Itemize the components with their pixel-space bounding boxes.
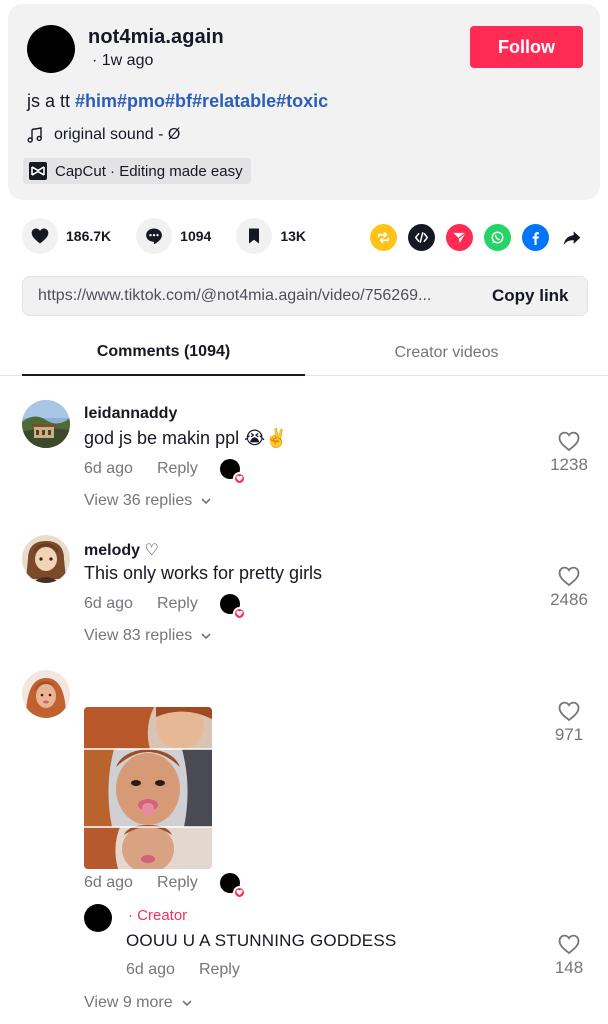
capcut-anchor[interactable]: CapCut · Editing made easy [23,158,251,184]
hashtag-link[interactable]: #him [75,91,117,111]
reply-like-count: 148 [554,958,584,977]
reply-time: 6d ago [126,961,175,978]
creator-liked-badge [219,594,246,620]
reply-button[interactable]: Reply [157,595,198,613]
repost-icon[interactable] [370,224,397,251]
tab-comments[interactable]: Comments (1094) [22,330,305,376]
comment-text: god js be makin ppl 😭✌️ [84,428,288,448]
commenter-avatar[interactable] [22,535,70,583]
description-text: js a tt [27,91,76,111]
hashtag-link[interactable]: #pmo [117,91,165,111]
reply-like-button[interactable]: 148 [544,933,594,978]
embed-icon[interactable] [408,224,435,251]
reply-meta: 6d ago Reply [126,961,240,979]
comment-like-button[interactable]: 2486 [544,565,594,610]
view-replies-button[interactable]: View 36 replies [84,492,212,510]
save-button[interactable]: 13K [236,218,306,254]
share-options [370,224,584,251]
comment-like-count: 1238 [550,455,588,474]
video-url[interactable]: https://www.tiktok.com/@not4mia.again/vi… [38,287,458,305]
view-more-replies-button[interactable]: View 9 more [84,994,193,1012]
music-title: original sound - Ø [54,126,181,143]
heart-outline-icon [558,701,580,722]
bookmark-icon [249,228,260,244]
comment-time: 6d ago [84,460,133,477]
author-username[interactable]: not4mia.again [88,26,224,49]
reply-button[interactable]: Reply [157,460,198,478]
avatar-image [22,400,70,448]
post-description: js a tt #him#pmo#bf#relatable#toxic [27,91,328,112]
chevron-down-icon [182,1000,191,1007]
avatar-image [22,535,70,583]
like-button[interactable]: 186.7K [22,218,111,254]
creator-badge: · Creator [128,907,188,924]
comment-time: 6d ago [84,874,133,891]
share-link-box: https://www.tiktok.com/@not4mia.again/vi… [22,276,588,316]
creator-liked-badge [219,459,246,485]
reply-button[interactable]: Reply [199,961,240,979]
creator-avatar[interactable] [84,904,112,932]
capcut-icon [29,162,47,180]
commenter-username[interactable]: leidannaddy [84,405,177,423]
comment-text: This only works for pretty girls [84,563,323,583]
view-replies-label: View 36 replies [84,492,193,509]
share-arrow-icon[interactable] [560,226,584,250]
tab-creator-videos[interactable]: Creator videos [305,330,588,376]
like-count: 186.7K [66,228,112,244]
view-replies-button[interactable]: View 83 replies [84,627,212,645]
comment-photo[interactable] [84,707,212,869]
comment-time: 6d ago [84,595,133,612]
music-note-icon [27,127,42,143]
author-avatar[interactable] [27,25,75,73]
view-more-label: View 9 more [84,994,173,1011]
hashtag-link[interactable]: #relatable [192,91,276,111]
chevron-down-icon [201,498,211,505]
comment-like-count: 2486 [550,590,588,609]
reply-button[interactable]: Reply [157,874,198,892]
follow-button[interactable]: Follow [470,26,583,68]
comment-like-button[interactable]: 971 [544,700,594,745]
hashtag-link[interactable]: #bf [165,91,192,111]
heart-outline-icon [558,566,580,587]
avatar-image [22,670,70,718]
comment-tabs: Comments (1094) Creator videos [0,330,608,376]
view-replies-label: View 83 replies [84,627,193,644]
post-info-card: not4mia.again · 1w ago Follow js a tt #h… [8,4,600,200]
comment-meta: 6d ago Reply [84,594,246,620]
comment-like-button[interactable]: 1238 [544,430,594,475]
chevron-down-icon [201,633,211,640]
comment-meta: 6d ago Reply [84,459,246,485]
creator-reply-text: OOUU U A STUNNING GODDESS [126,931,397,950]
heart-outline-icon [558,431,580,452]
photo-collage-image [84,707,212,869]
capcut-label: CapCut · Editing made easy [55,162,243,180]
comment-button[interactable]: 1094 [136,218,211,254]
commenter-avatar[interactable] [22,400,70,448]
music-link[interactable]: original sound - Ø [27,126,180,144]
save-count: 13K [280,228,306,244]
comment-like-count: 971 [554,725,584,744]
comment-icon [146,228,163,245]
comment-count: 1094 [180,228,212,244]
send-icon[interactable] [446,224,473,251]
whatsapp-icon[interactable] [484,224,511,251]
comment-meta: 6d ago Reply [84,873,246,899]
engagement-bar: 186.7K 1094 13K [22,218,331,254]
commenter-username[interactable]: melody ♡ [84,540,159,560]
heart-outline-icon [558,934,580,955]
hashtag-link[interactable]: #toxic [276,91,328,111]
post-time: · 1w ago [92,52,154,69]
copy-link-button[interactable]: Copy link [492,286,569,306]
creator-liked-badge [219,873,246,899]
heart-icon [31,228,49,244]
commenter-avatar[interactable] [22,670,70,718]
facebook-icon[interactable] [522,224,549,251]
